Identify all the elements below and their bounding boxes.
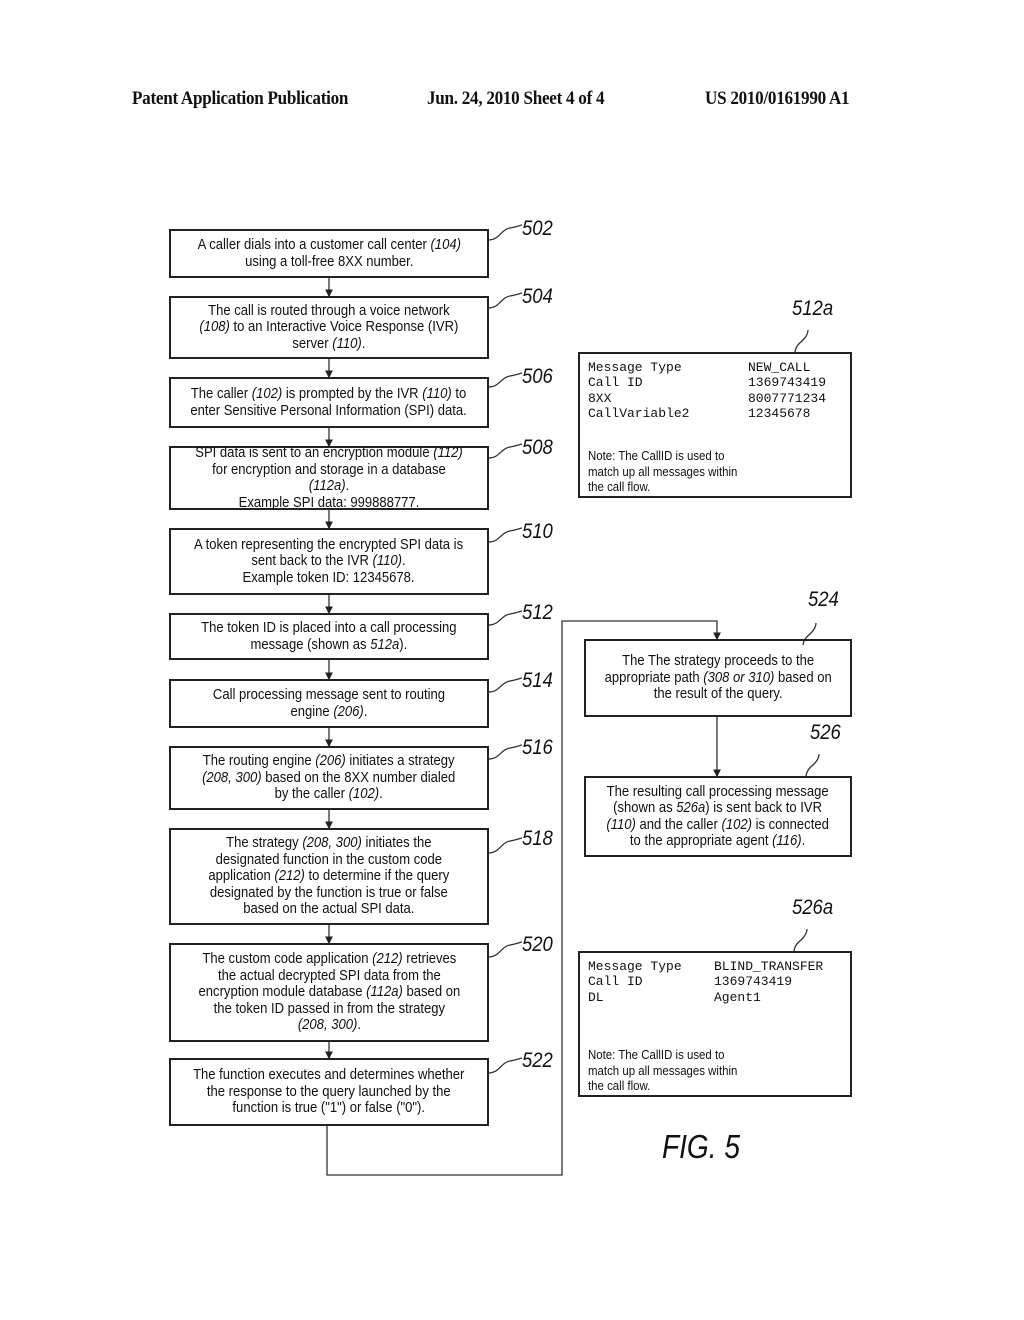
message-value: 12345678: [748, 405, 811, 421]
leader-522: [487, 1057, 523, 1074]
leader-506: [487, 372, 523, 388]
step-text: The caller (102) is prompted by the IVR …: [190, 386, 468, 419]
step-508: SPI data is sent to an encryption module…: [169, 445, 489, 511]
step-514: Call processing message sent to routing e…: [169, 679, 489, 728]
message-512a-rows: Message Type NEW_CALL Call ID 1369743419 8…: [588, 360, 826, 421]
message-value: 1369743419: [748, 375, 827, 391]
ref-510: 510: [522, 520, 553, 543]
message-526a-rows: Message Type BLIND_TRANSFER Call ID 136974…: [588, 959, 823, 1005]
leader-516: [487, 744, 523, 760]
message-row: Message Type BLIND_TRANSFER: [588, 959, 823, 974]
message-row: DL Agent1: [588, 990, 823, 1005]
message-key: 8XX: [588, 390, 612, 406]
message-key: Call ID: [588, 974, 643, 990]
message-526a-note: Note: The CallID is used to match up all…: [588, 1047, 738, 1093]
message-row: 8XX 8007771234: [588, 391, 826, 406]
message-key: CallVariable2: [588, 405, 690, 421]
step-text: A caller dials into a customer call cent…: [197, 237, 461, 270]
ref-504: 504: [522, 285, 553, 308]
message-row: Message Type NEW_CALL: [588, 360, 826, 375]
leader-504: [487, 292, 523, 309]
ref-512: 512: [522, 601, 553, 624]
ref-524: 524: [808, 588, 839, 611]
step-text: The The strategy proceeds to the appropri…: [604, 653, 832, 703]
step-text: The token ID is placed into a call proce…: [201, 620, 457, 653]
step-510: A token representing the encrypted SPI d…: [169, 528, 489, 595]
message-key: Call ID: [588, 375, 643, 391]
step-506: The caller (102) is prompted by the IVR …: [169, 377, 489, 428]
step-526: The resulting call processing message (sh…: [584, 776, 852, 857]
ref-514: 514: [522, 669, 553, 692]
leader-510: [487, 527, 523, 543]
leader-512: [487, 610, 523, 626]
ref-502: 502: [522, 217, 553, 240]
step-text: Call processing message sent to routing e…: [212, 687, 446, 720]
step-text: The resulting call processing message (sh…: [606, 783, 830, 850]
leader-526: [805, 753, 820, 777]
step-524: The The strategy proceeds to the appropri…: [584, 639, 852, 717]
leader-520: [487, 941, 523, 958]
ref-522: 522: [522, 1049, 553, 1072]
step-text: The function executes and determines whe…: [193, 1067, 465, 1117]
leader-508: [487, 443, 523, 459]
message-row: CallVariable2 12345678: [588, 406, 826, 421]
figure-label: FIG. 5: [662, 1128, 740, 1165]
ref-512a: 512a: [792, 297, 834, 320]
ref-506: 506: [522, 365, 553, 388]
leader-526a: [793, 928, 808, 952]
leader-502: [487, 224, 523, 241]
step-512: The token ID is placed into a call proce…: [169, 613, 489, 660]
step-522: The function executes and determines whe…: [169, 1058, 489, 1126]
message-key: Message Type: [588, 360, 682, 375]
message-value: Agent1: [714, 989, 761, 1005]
step-516: The routing engine (206) initiates a str…: [169, 746, 489, 810]
leader-518: [487, 837, 523, 854]
message-key: DL: [588, 989, 604, 1005]
step-520: The custom code application (212) retrie…: [169, 943, 489, 1042]
message-value: NEW_CALL: [748, 360, 811, 375]
ref-520: 520: [522, 933, 553, 956]
step-text: The call is routed through a voice netwo…: [199, 302, 459, 352]
message-512a: Message Type NEW_CALL Call ID 1369743419 8…: [578, 352, 852, 498]
step-text: The custom code application (212) retrie…: [198, 951, 460, 1034]
message-row: Call ID 1369743419: [588, 974, 823, 989]
ref-526: 526: [810, 721, 841, 744]
ref-518: 518: [522, 827, 553, 850]
leader-514: [487, 677, 523, 693]
leader-512a: [794, 329, 809, 353]
step-text: The strategy (208, 300) initiates the des…: [208, 835, 450, 918]
message-512a-note: Note: The CallID is used to match up all…: [588, 448, 738, 494]
step-518: The strategy (208, 300) initiates the des…: [169, 828, 489, 925]
step-text: SPI data is sent to an encryption module…: [195, 445, 463, 511]
step-504: The call is routed through a voice netwo…: [169, 296, 489, 359]
message-value: 1369743419: [714, 974, 793, 990]
step-502: A caller dials into a customer call cent…: [169, 229, 489, 278]
message-value: 8007771234: [748, 390, 827, 406]
step-text: A token representing the encrypted SPI d…: [194, 536, 464, 586]
message-value: BLIND_TRANSFER: [714, 959, 824, 974]
ref-526a: 526a: [792, 896, 834, 919]
step-text: The routing engine (206) initiates a str…: [202, 753, 456, 803]
ref-508: 508: [522, 436, 553, 459]
connector-lines: [325, 224, 820, 1176]
message-526a: Message Type BLIND_TRANSFER Call ID 136974…: [578, 951, 852, 1097]
ref-516: 516: [522, 736, 553, 759]
message-row: Call ID 1369743419: [588, 375, 826, 390]
message-key: Message Type: [588, 959, 682, 974]
